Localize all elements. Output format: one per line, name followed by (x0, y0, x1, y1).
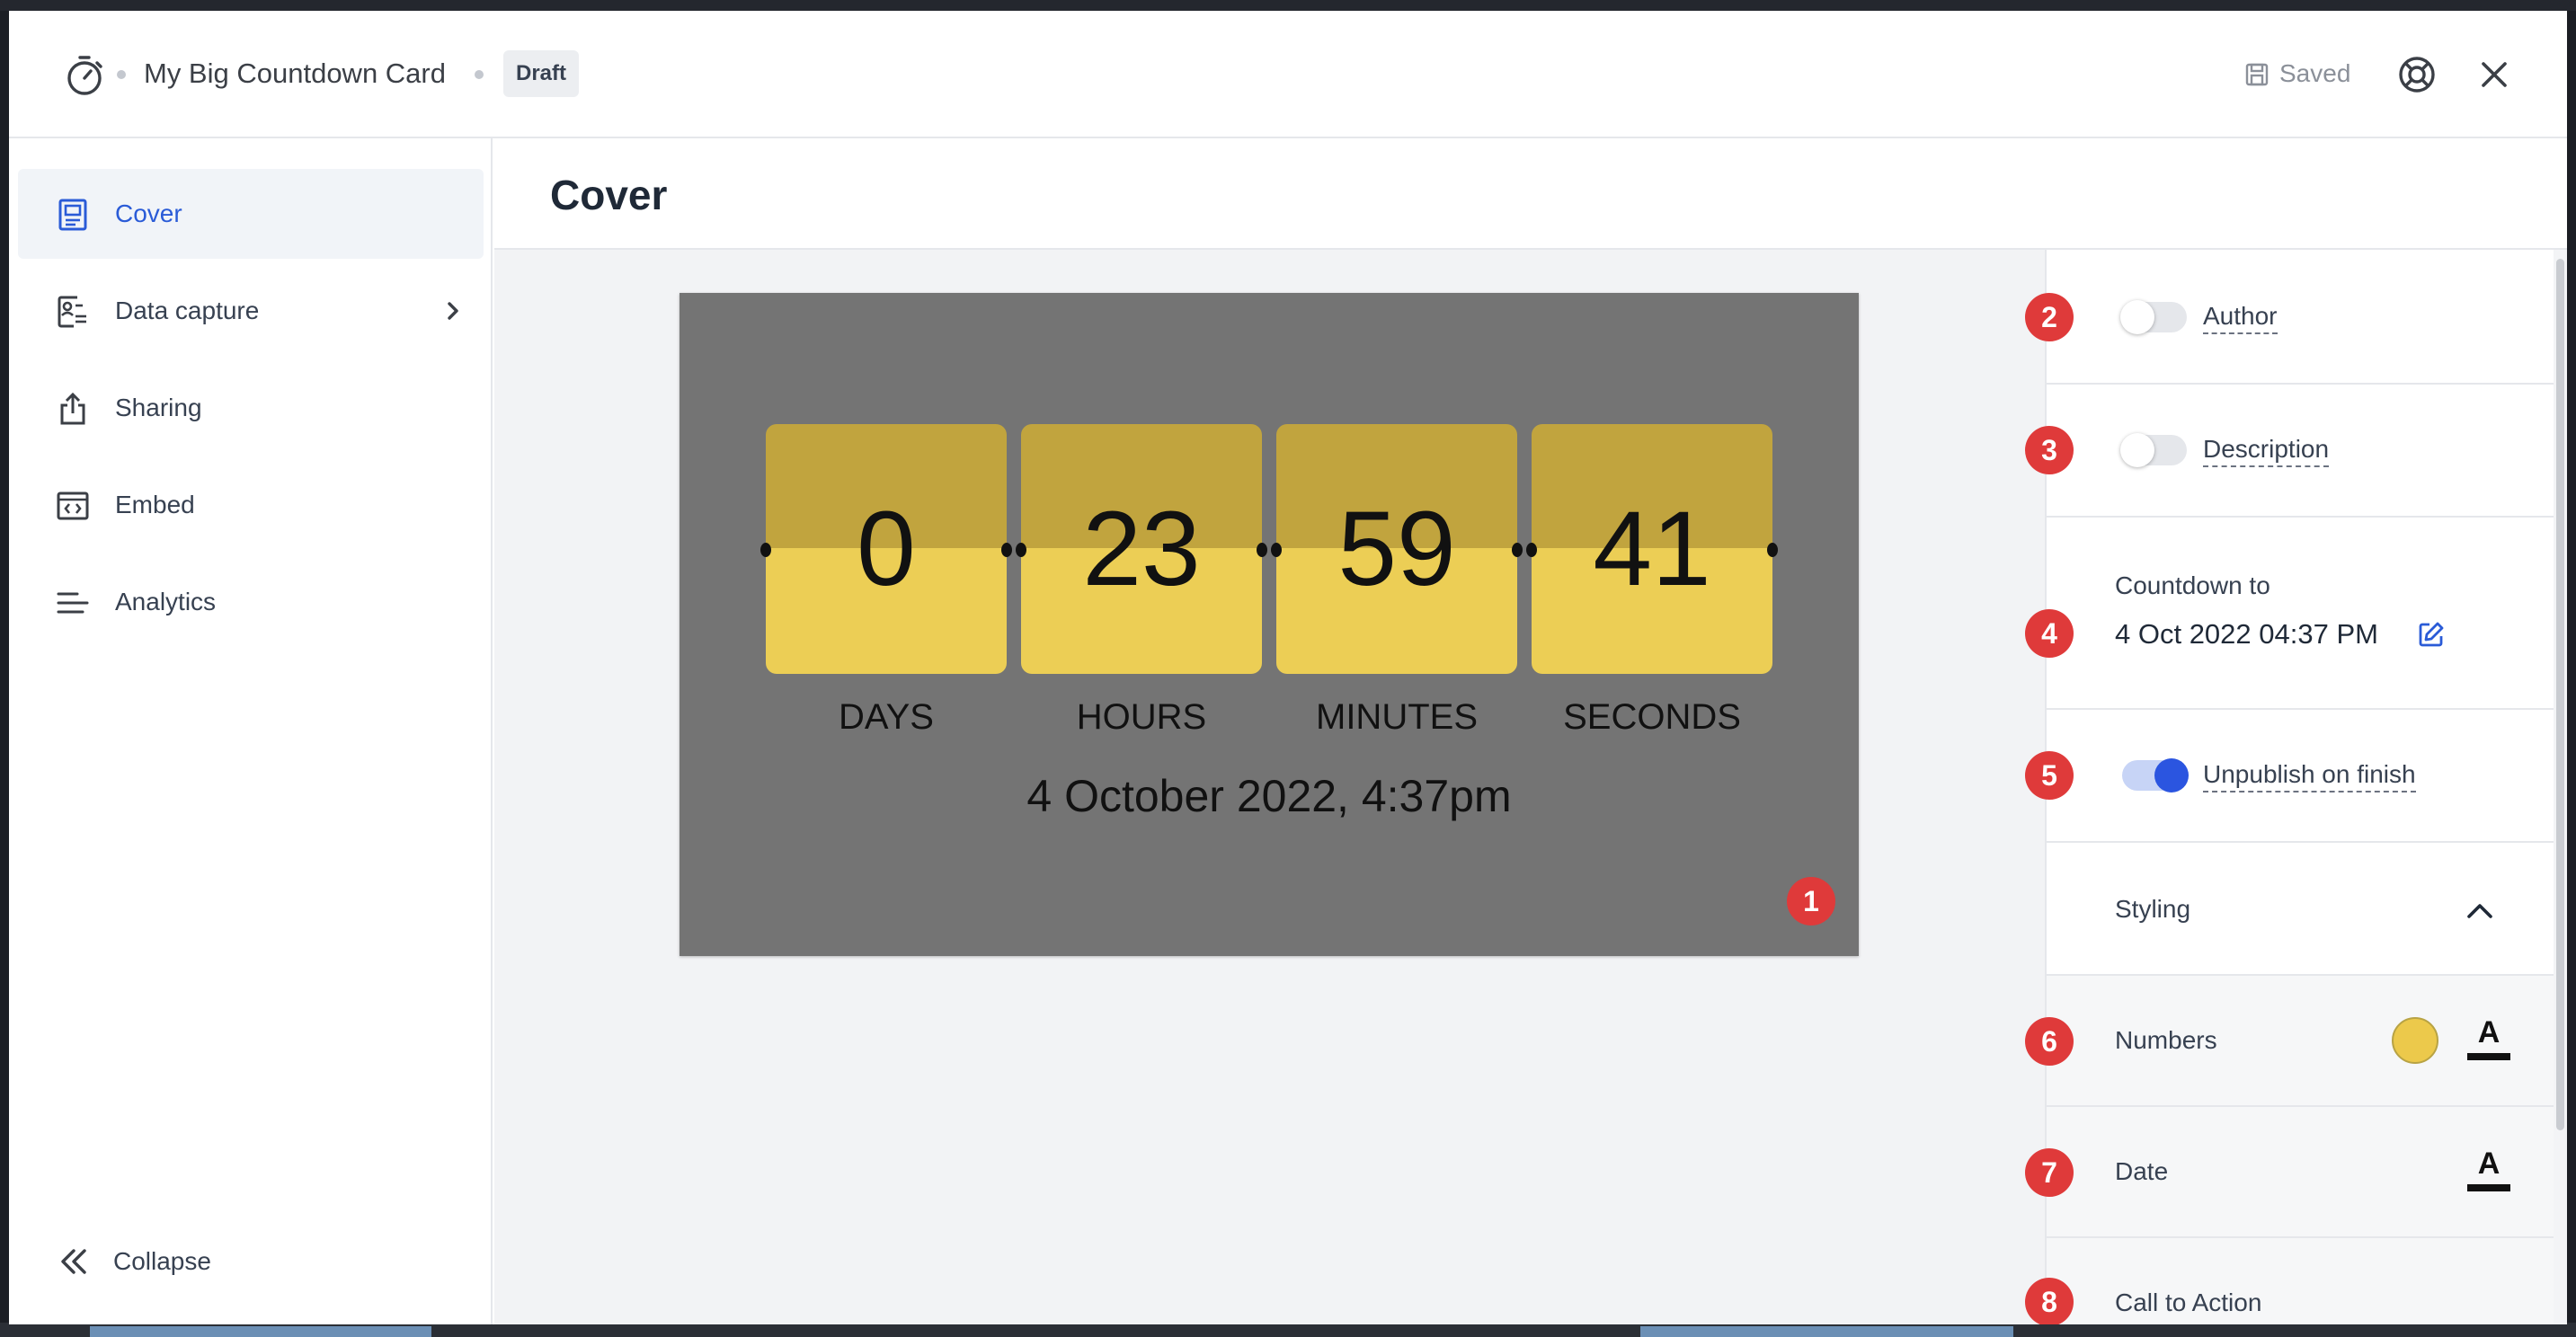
numbers-label: Numbers (2115, 1026, 2217, 1054)
sidebar-item-sharing[interactable]: Sharing (18, 363, 484, 453)
background-segment (1640, 1326, 2013, 1337)
status-badge: Draft (503, 50, 580, 97)
numbers-text-color-button[interactable]: A (2465, 1015, 2512, 1062)
preview-canvas: 0 23 59 41 DAYS HOURS MINUTES SECONDS 4 … (494, 250, 2054, 1324)
saved-status: Saved (2279, 59, 2351, 87)
step-marker-7: 7 (2025, 1148, 2074, 1197)
text-color-icon: A (2477, 1147, 2500, 1181)
date-style-row: 7 Date A (2025, 1107, 2554, 1238)
embed-icon (57, 491, 89, 520)
cta-style-row: 8 Call to Action (2025, 1238, 2554, 1324)
panel-scrollbar-thumb[interactable] (2556, 259, 2564, 1130)
numbers-color-swatch[interactable] (2392, 1017, 2438, 1064)
breadcrumb-separator (475, 70, 484, 79)
toggle-knob (2154, 758, 2189, 792)
step-marker-3: 3 (2025, 426, 2074, 474)
date-text-color-button[interactable]: A (2465, 1147, 2512, 1193)
toggle-knob (2120, 433, 2154, 467)
styling-header-row[interactable]: Styling (2047, 843, 2554, 976)
chevron-right-icon (448, 302, 458, 320)
sidebar-item-data-capture[interactable]: Data capture (18, 266, 484, 356)
countdown-date-value[interactable]: 4 Oct 2022 04:37 PM (2115, 616, 2378, 652)
stopwatch-icon (67, 56, 102, 95)
double-chevron-left-icon (61, 1249, 86, 1274)
editor-modal: My Big Countdown Card Draft Saved Cover … (9, 11, 2567, 1324)
author-label[interactable]: Author (2203, 300, 2278, 334)
sidebar-item-embed[interactable]: Embed (18, 460, 484, 550)
background-app-bar (0, 0, 2576, 11)
breadcrumb-separator (117, 70, 126, 79)
seconds-label: SECONDS (1563, 697, 1741, 737)
step-marker-2: 2 (2025, 293, 2074, 341)
days-value: 0 (857, 490, 916, 608)
author-toggle[interactable] (2120, 300, 2187, 334)
author-row: 2 Author (2025, 250, 2554, 385)
minutes-label: MINUTES (1316, 697, 1478, 737)
unpublish-toggle[interactable] (2122, 758, 2189, 792)
step-marker-5: 5 (2025, 751, 2074, 800)
sidebar-item-analytics[interactable]: Analytics (18, 557, 484, 647)
call-to-action-label: Call to Action (2115, 1288, 2262, 1316)
toggle-knob (2120, 300, 2154, 334)
text-color-bar (2467, 1053, 2510, 1060)
flip-digit-minutes: 59 (1271, 424, 1523, 686)
sidebar-item-label: Data capture (115, 297, 260, 324)
collapse-label: Collapse (113, 1247, 211, 1275)
sidebar-item-label: Embed (115, 491, 195, 518)
step-marker-4: 4 (2025, 609, 2074, 658)
save-icon (2245, 63, 2269, 86)
analytics-icon (57, 592, 89, 614)
main-title-bar: Cover (494, 138, 2567, 250)
countdown-to-label: Countdown to (2115, 571, 2270, 599)
background-segment (90, 1326, 431, 1337)
close-icon[interactable] (2475, 56, 2513, 93)
flip-digit-days: 0 (760, 424, 1012, 686)
sidebar-item-cover[interactable]: Cover (18, 169, 484, 259)
chevron-up-icon[interactable] (2464, 895, 2496, 927)
seconds-value: 41 (1593, 490, 1711, 608)
countdown-date-text: 4 October 2022, 4:37pm (1026, 771, 1512, 821)
sidebar-item-label: Analytics (115, 588, 217, 615)
data-capture-icon (58, 296, 86, 328)
background-app-footer (0, 1323, 2576, 1337)
text-color-icon: A (2477, 1015, 2500, 1049)
minutes-value: 59 (1337, 490, 1456, 608)
flip-digit-seconds: 41 (1526, 424, 1778, 686)
text-color-bar (2467, 1184, 2510, 1191)
sidebar-item-label: Cover (115, 199, 182, 227)
edit-icon[interactable] (2417, 620, 2446, 649)
hours-value: 23 (1082, 490, 1201, 608)
sidebar-item-label: Sharing (115, 394, 202, 421)
card-title[interactable]: My Big Countdown Card (144, 56, 446, 92)
modal-header: My Big Countdown Card Draft Saved (9, 11, 2567, 138)
step-marker-8: 8 (2025, 1278, 2074, 1324)
description-row: 3 Description (2025, 385, 2554, 518)
lifebuoy-icon[interactable] (2396, 54, 2438, 95)
cover-icon (58, 199, 87, 231)
numbers-style-row: 6 Numbers A (2025, 976, 2554, 1107)
step-marker-1: 1 (1787, 877, 1835, 925)
flip-digit-hours: 23 (1016, 424, 1267, 686)
step-marker-6: 6 (2025, 1017, 2074, 1066)
days-label: DAYS (839, 697, 934, 737)
unpublish-label[interactable]: Unpublish on finish (2203, 758, 2416, 792)
countdown-card-preview[interactable]: 0 23 59 41 DAYS HOURS MINUTES SECONDS 4 … (680, 293, 1859, 956)
hours-label: HOURS (1076, 697, 1207, 737)
styling-label: Styling (2115, 895, 2191, 923)
date-label: Date (2115, 1157, 2169, 1185)
unpublish-row: 5 Unpublish on finish (2025, 710, 2554, 843)
sidebar: Cover Data capture Sharing Embed Analyti… (9, 138, 493, 1324)
description-label[interactable]: Description (2203, 433, 2330, 467)
countdown-to-row: Countdown to 4 4 Oct 2022 04:37 PM (2025, 518, 2554, 710)
description-toggle[interactable] (2120, 433, 2187, 467)
page-title: Cover (550, 172, 668, 218)
share-icon (60, 392, 85, 425)
